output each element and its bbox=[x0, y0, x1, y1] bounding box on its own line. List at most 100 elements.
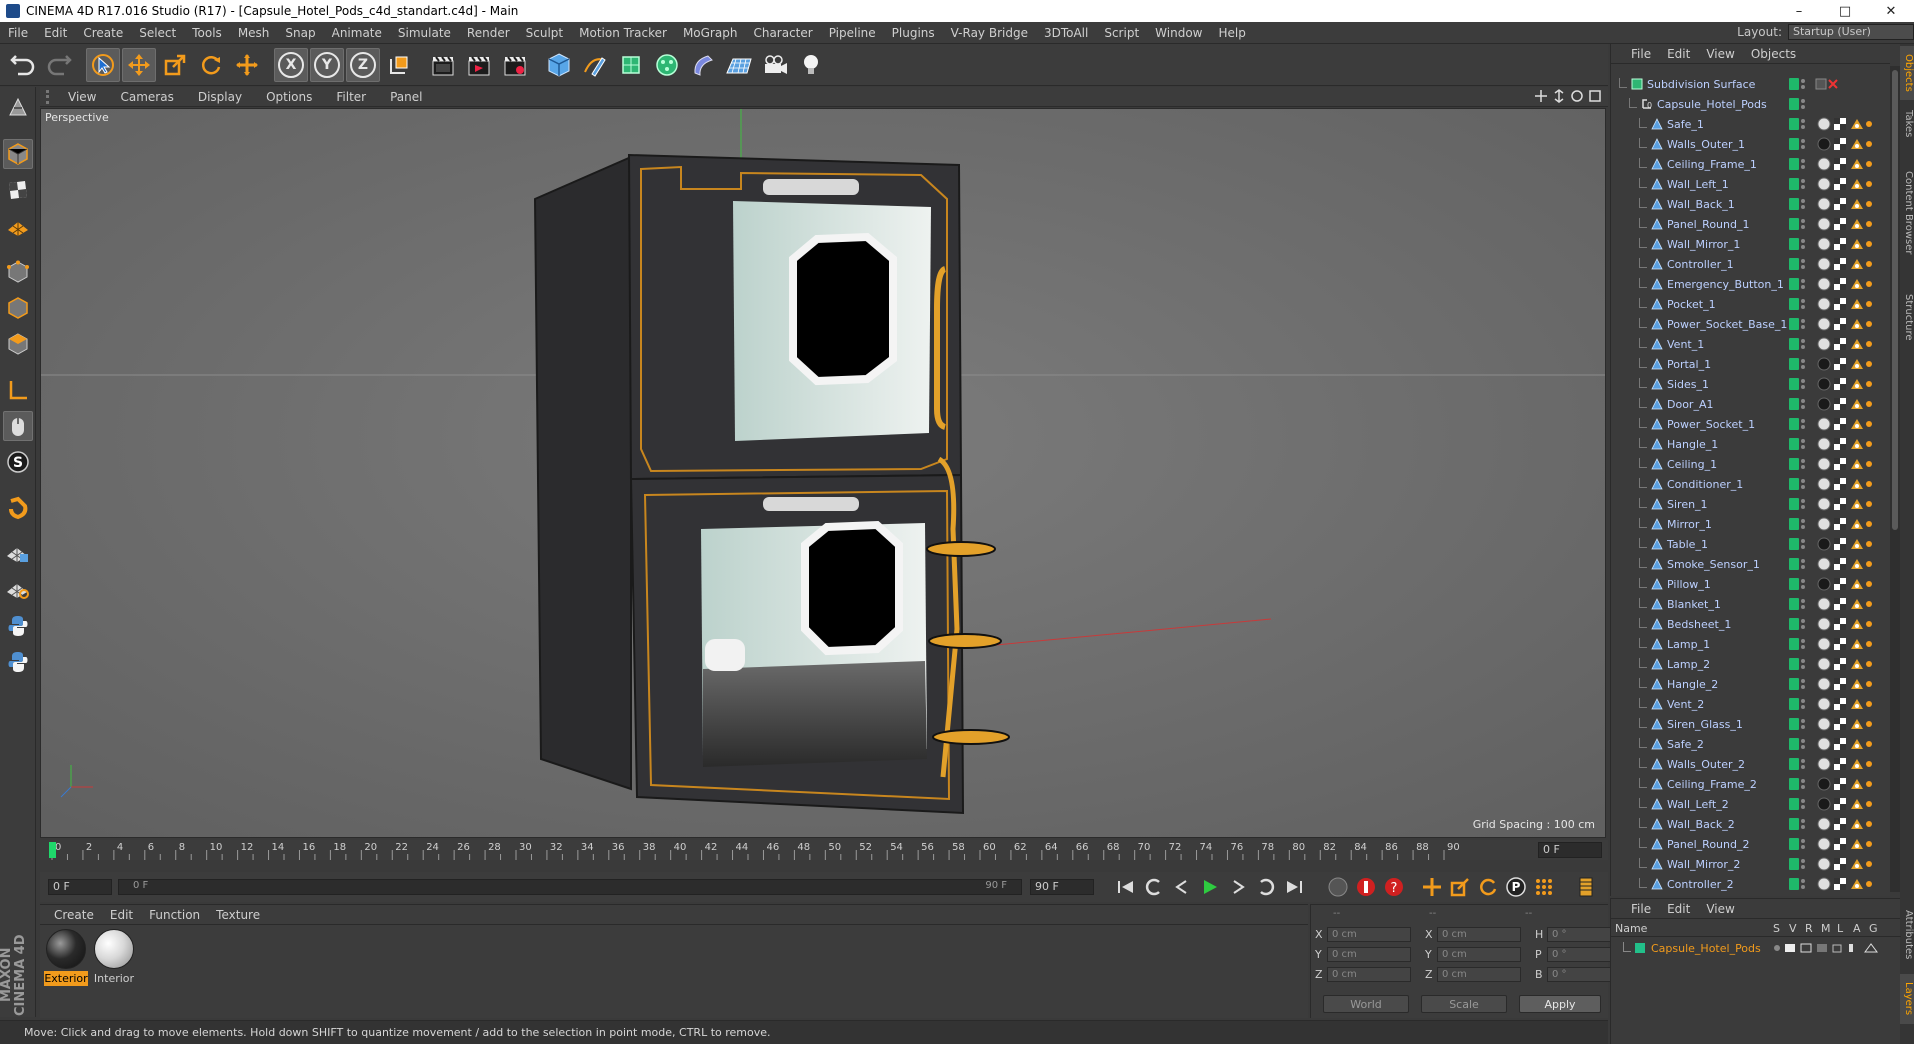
lock-workplane-button[interactable] bbox=[3, 539, 33, 569]
object-menu-file[interactable]: File bbox=[1623, 47, 1659, 61]
viewport-menu-view[interactable]: View bbox=[56, 90, 108, 104]
object-name[interactable]: Walls_Outer_2 bbox=[1667, 758, 1745, 771]
object-row[interactable]: Siren_1 bbox=[1611, 494, 1881, 514]
layer-visibility-indicator[interactable] bbox=[1789, 258, 1799, 270]
object-row[interactable]: Lamp_2 bbox=[1611, 654, 1881, 674]
layer-visibility-indicator[interactable] bbox=[1789, 638, 1799, 650]
model-mode-button[interactable] bbox=[2, 139, 33, 169]
object-name[interactable]: Power_Socket_Base_1 bbox=[1667, 318, 1787, 331]
maximize-view-icon[interactable] bbox=[1588, 89, 1602, 103]
playhead[interactable] bbox=[49, 842, 56, 858]
object-name[interactable]: Siren_Glass_1 bbox=[1667, 718, 1743, 731]
timeline-ruler[interactable]: 0 2 4 6 8 10 12 14 16 18 20 22 24 26 28 30 32 34 36 38 40 42 4… bbox=[40, 840, 1608, 860]
camera-button[interactable] bbox=[758, 48, 792, 82]
redo-button[interactable] bbox=[42, 48, 76, 82]
editor-render-toggle[interactable] bbox=[1801, 538, 1807, 550]
viewport-menu-display[interactable]: Display bbox=[186, 90, 254, 104]
object-name[interactable]: Controller_1 bbox=[1667, 258, 1734, 271]
layer-menu-file[interactable]: File bbox=[1623, 902, 1659, 916]
dolly-icon[interactable] bbox=[1552, 89, 1566, 103]
layer-visibility-indicator[interactable] bbox=[1789, 738, 1799, 750]
orbit-icon[interactable] bbox=[1570, 89, 1584, 103]
editor-render-toggle[interactable] bbox=[1801, 758, 1807, 770]
object-name[interactable]: Blanket_1 bbox=[1667, 598, 1721, 611]
object-row[interactable]: Controller_2 bbox=[1611, 874, 1881, 894]
layer-visibility-indicator[interactable] bbox=[1789, 198, 1799, 210]
editor-render-toggle[interactable] bbox=[1801, 778, 1807, 790]
object-row[interactable]: Safe_1 bbox=[1611, 114, 1881, 134]
material-tags[interactable] bbox=[1817, 517, 1877, 531]
object-row[interactable]: Pillow_1 bbox=[1611, 574, 1881, 594]
editor-render-toggle[interactable] bbox=[1801, 178, 1807, 190]
render-settings-button[interactable] bbox=[498, 48, 532, 82]
polygons-mode-button[interactable] bbox=[3, 329, 33, 359]
material-tags[interactable] bbox=[1817, 177, 1877, 191]
tab-layers[interactable]: Layers bbox=[1900, 974, 1914, 1024]
object-row[interactable]: Vent_2 bbox=[1611, 694, 1881, 714]
object-row[interactable]: Power_Socket_Base_1 bbox=[1611, 314, 1881, 334]
layer-visibility-indicator[interactable] bbox=[1789, 878, 1799, 890]
coordinate-system-button[interactable] bbox=[382, 48, 416, 82]
layer-visibility-indicator[interactable] bbox=[1789, 398, 1799, 410]
object-row[interactable]: Safe_2 bbox=[1611, 734, 1881, 754]
layer-visibility-indicator[interactable] bbox=[1789, 418, 1799, 430]
object-row[interactable]: Controller_1 bbox=[1611, 254, 1881, 274]
object-row[interactable]: Walls_Outer_2 bbox=[1611, 754, 1881, 774]
editor-render-toggle[interactable] bbox=[1801, 438, 1807, 450]
editor-render-toggle[interactable] bbox=[1801, 718, 1807, 730]
object-name[interactable]: Capsule_Hotel_Pods bbox=[1657, 98, 1767, 111]
object-name[interactable]: Lamp_1 bbox=[1667, 638, 1710, 651]
object-row[interactable]: Siren_Glass_1 bbox=[1611, 714, 1881, 734]
panel-grip[interactable] bbox=[46, 89, 56, 104]
layer-visibility-indicator[interactable] bbox=[1789, 618, 1799, 630]
menu-sculpt[interactable]: Sculpt bbox=[518, 26, 571, 40]
layout-dropdown[interactable]: Startup (User) bbox=[1788, 24, 1914, 40]
play-button[interactable] bbox=[1197, 874, 1223, 900]
layer-visibility-indicator[interactable] bbox=[1789, 798, 1799, 810]
editor-render-toggle[interactable] bbox=[1801, 158, 1807, 170]
layer-flag-icons[interactable] bbox=[1771, 941, 1891, 955]
menu-select[interactable]: Select bbox=[131, 26, 184, 40]
object-name[interactable]: Wall_Left_2 bbox=[1667, 798, 1729, 811]
object-name[interactable]: Safe_2 bbox=[1667, 738, 1704, 751]
material-menu-texture[interactable]: Texture bbox=[208, 908, 268, 922]
editor-render-toggle[interactable] bbox=[1801, 678, 1807, 690]
position-x-field[interactable]: 0 cm bbox=[1327, 927, 1411, 942]
close-button[interactable]: ✕ bbox=[1868, 4, 1914, 19]
material-menu-function[interactable]: Function bbox=[141, 908, 208, 922]
object-row[interactable]: Wall_Back_1 bbox=[1611, 194, 1881, 214]
object-name[interactable]: Portal_1 bbox=[1667, 358, 1711, 371]
material-tags[interactable] bbox=[1817, 697, 1877, 711]
material-tags[interactable] bbox=[1817, 277, 1877, 291]
python-script-button-1[interactable] bbox=[3, 611, 33, 641]
material-tags[interactable] bbox=[1817, 337, 1877, 351]
object-name[interactable]: Wall_Left_1 bbox=[1667, 178, 1729, 191]
editor-render-toggle[interactable] bbox=[1801, 518, 1807, 530]
menu-plugins[interactable]: Plugins bbox=[884, 26, 943, 40]
layer-visibility-indicator[interactable] bbox=[1789, 158, 1799, 170]
object-row[interactable]: Hangle_2 bbox=[1611, 674, 1881, 694]
material-tags[interactable] bbox=[1817, 237, 1877, 251]
coordinate-system-dropdown[interactable]: World bbox=[1323, 995, 1409, 1013]
menu-vray-bridge[interactable]: V-Ray Bridge bbox=[943, 26, 1036, 40]
object-row[interactable]: Table_1 bbox=[1611, 534, 1881, 554]
layer-visibility-indicator[interactable] bbox=[1789, 238, 1799, 250]
object-name[interactable]: Smoke_Sensor_1 bbox=[1667, 558, 1760, 571]
editor-render-toggle[interactable] bbox=[1801, 618, 1807, 630]
render-view-button[interactable] bbox=[426, 48, 460, 82]
viewport-menu-panel[interactable]: Panel bbox=[378, 90, 434, 104]
object-row[interactable]: Wall_Left_1 bbox=[1611, 174, 1881, 194]
minimize-button[interactable]: – bbox=[1776, 4, 1822, 19]
object-name[interactable]: Hangle_2 bbox=[1667, 678, 1718, 691]
menu-3dtoall[interactable]: 3DToAll bbox=[1036, 26, 1096, 40]
object-name[interactable]: Panel_Round_2 bbox=[1667, 838, 1749, 851]
material-tags[interactable] bbox=[1817, 197, 1877, 211]
subdivision-surface-button[interactable] bbox=[614, 48, 648, 82]
layer-visibility-indicator[interactable] bbox=[1789, 698, 1799, 710]
menu-animate[interactable]: Animate bbox=[324, 26, 390, 40]
key-point-level-button[interactable] bbox=[1531, 874, 1557, 900]
layer-menu-view[interactable]: View bbox=[1698, 902, 1742, 916]
workplane-align-button[interactable] bbox=[3, 575, 33, 605]
object-row[interactable]: Emergency_Button_1 bbox=[1611, 274, 1881, 294]
material-tags[interactable] bbox=[1817, 677, 1877, 691]
